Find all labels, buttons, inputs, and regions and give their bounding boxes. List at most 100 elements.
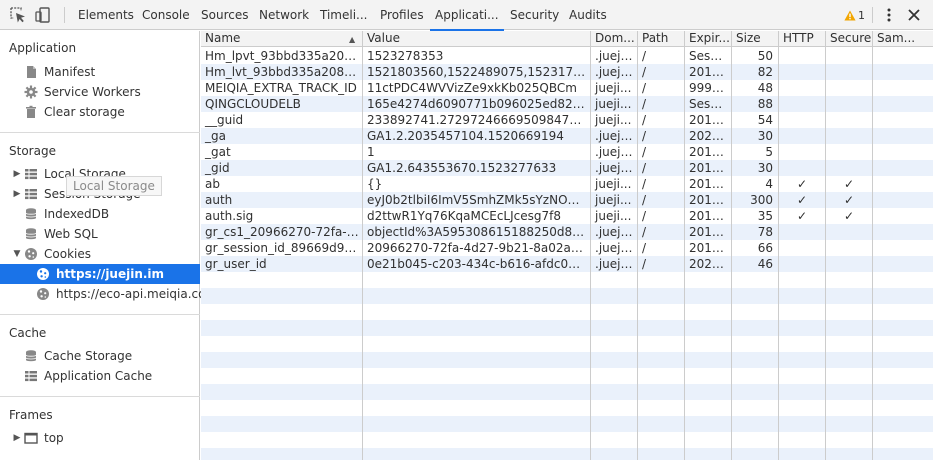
table-row[interactable]: gr_cs1_20966270-72fa-4d27... objectId%3A5…	[201, 224, 933, 240]
cell-value: 0e21b045-c203-434c-b616-afdc077f3d76	[367, 257, 590, 271]
cell-domain: .jueji...	[595, 225, 636, 239]
cell-name: _gid	[205, 161, 230, 175]
tab-sources[interactable]: Sources	[201, 0, 248, 30]
tab-audits[interactable]: Audits	[569, 0, 607, 30]
table-row[interactable]: _gid GA1.2.643553670.1523277633 .jueji... /…	[201, 160, 933, 176]
sidebar-item-service-workers[interactable]: Service Workers	[0, 82, 200, 102]
inspect-element-icon[interactable]	[8, 5, 28, 25]
database-icon	[25, 208, 37, 220]
column-header-secure[interactable]: Secure	[826, 31, 872, 47]
cell-path: /	[642, 81, 647, 95]
warning-counter[interactable]: 1	[844, 8, 865, 22]
tab-application[interactable]: Applicati...	[430, 0, 504, 31]
table-row[interactable]: Hm_lvt_93bbd335a208870a... 1521803560,152…	[201, 64, 933, 80]
sidebar-item-web-sql[interactable]: Web SQL	[0, 224, 200, 244]
more-menu-icon[interactable]	[882, 7, 896, 23]
sidebar-item-label: Cookies	[44, 247, 91, 261]
cell-name: MEIQIA_EXTRA_TRACK_ID	[205, 81, 357, 95]
cell-value: 233892741.2729724666950984700.15206...	[367, 113, 590, 127]
section-header-cache: Cache	[9, 326, 47, 340]
column-header-path[interactable]: Path	[638, 31, 684, 47]
cell-value: {}	[367, 177, 383, 191]
cell-expires: 2018...	[689, 145, 731, 159]
sidebar-item-frame-top[interactable]: ▶ top	[0, 428, 200, 448]
cookies-table: Name ▲ Value Dom... Path Expir... Size H…	[201, 31, 933, 460]
table-row[interactable]: QINGCLOUDELB 165e4274d6090771b096025ed82d…	[201, 96, 933, 112]
table-row[interactable]: _gat 1 .jueji... / 2018... 5	[201, 144, 933, 160]
table-row[interactable]: auth.sig d2ttwR1Yq76KqaMCEcLJcesg7f8 jueji…	[201, 208, 933, 224]
table-row[interactable]: _ga GA1.2.2035457104.1520669194 .jueji... /…	[201, 128, 933, 144]
cell-size: 48	[757, 81, 773, 95]
sidebar-item-cookies[interactable]: ▼ Cookies	[0, 244, 200, 264]
cell-samesite	[873, 256, 933, 272]
column-header-name[interactable]: Name	[201, 31, 362, 47]
cell-expires: 2020...	[689, 129, 731, 143]
column-header-size[interactable]: Size	[732, 31, 778, 47]
cell-secure	[826, 240, 872, 256]
table-row[interactable]: gr_user_id 0e21b045-c203-434c-b616-afdc07…	[201, 256, 933, 272]
empty-row	[201, 336, 933, 352]
cell-http: ✓	[796, 193, 808, 207]
table-row[interactable]: ab {} jueji... / 2019... 4 ✓ ✓	[201, 176, 933, 192]
cell-size: 30	[757, 129, 773, 143]
cell-value: 1523278353	[367, 49, 444, 63]
sidebar-item-label: top	[44, 431, 64, 445]
sidebar-item-cache-storage[interactable]: Cache Storage	[0, 346, 200, 366]
tab-elements[interactable]: Elements	[78, 0, 134, 30]
empty-row	[201, 400, 933, 416]
database-icon	[25, 228, 37, 240]
empty-row	[201, 448, 933, 460]
cell-samesite	[873, 144, 933, 160]
sidebar-item-cookie-host[interactable]: https://eco-api.meiqia.com	[0, 284, 217, 304]
table-row[interactable]: __guid 233892741.2729724666950984700.1520…	[201, 112, 933, 128]
cell-size: 46	[757, 257, 773, 271]
table-row[interactable]: auth eyJ0b2tlbiI6ImV5SmhZMk5sYzNOZmR... ju…	[201, 192, 933, 208]
cell-samesite	[873, 208, 933, 224]
expand-arrow-icon[interactable]: ▶	[12, 189, 22, 199]
sidebar-item-cookie-host-selected[interactable]: https://juejin.im	[0, 264, 200, 284]
cell-secure	[826, 224, 872, 240]
toolbar-separator	[872, 7, 873, 23]
table-row[interactable]: MEIQIA_EXTRA_TRACK_ID 11ctPDC4WVVizZe9xkK…	[201, 80, 933, 96]
cell-samesite	[873, 112, 933, 128]
expand-arrow-icon[interactable]: ▶	[12, 433, 22, 443]
sidebar-item-manifest[interactable]: Manifest	[0, 62, 200, 82]
tab-profiles[interactable]: Profiles	[380, 0, 424, 30]
cell-size: 35	[757, 209, 773, 223]
warning-icon	[844, 10, 856, 20]
cell-http	[779, 96, 825, 112]
cell-expires: 2018...	[689, 225, 731, 239]
column-header-value[interactable]: Value	[363, 31, 590, 47]
close-icon[interactable]	[905, 6, 923, 24]
column-header-samesite[interactable]: Sam...	[873, 31, 933, 47]
cell-http	[779, 112, 825, 128]
table-row[interactable]: gr_session_id_89669d96c88... 20966270-72f…	[201, 240, 933, 256]
cell-http: ✓	[796, 177, 808, 191]
expand-arrow-icon[interactable]: ▶	[12, 169, 22, 179]
cell-secure	[826, 112, 872, 128]
cell-http	[779, 240, 825, 256]
table-row[interactable]: Hm_lpvt_93bbd335a208870... 1523278353 .jue…	[201, 48, 933, 64]
cell-name: Hm_lpvt_93bbd335a208870...	[205, 49, 362, 63]
column-header-expires[interactable]: Expir...	[685, 31, 731, 47]
application-sidebar: Application Manifest Service Workers Cle…	[0, 31, 217, 460]
cell-samesite	[873, 96, 933, 112]
grid-storage-icon	[25, 189, 37, 200]
sidebar-item-application-cache[interactable]: Application Cache	[0, 366, 200, 386]
sort-ascending-icon: ▲	[349, 35, 356, 44]
tab-security[interactable]: Security	[510, 0, 559, 30]
cell-secure	[826, 160, 872, 176]
device-toolbar-icon[interactable]	[33, 5, 53, 25]
tab-console[interactable]: Console	[142, 0, 190, 30]
collapse-arrow-icon[interactable]: ▼	[12, 249, 22, 259]
tab-network[interactable]: Network	[259, 0, 309, 30]
tab-timeline[interactable]: Timeli...	[320, 0, 367, 30]
column-header-domain[interactable]: Dom...	[591, 31, 637, 47]
column-header-http[interactable]: HTTP	[779, 31, 825, 47]
trash-icon	[26, 105, 36, 118]
sidebar-item-clear-storage[interactable]: Clear storage	[0, 102, 200, 122]
cell-name: gr_user_id	[205, 257, 267, 271]
sidebar-item-indexeddb[interactable]: IndexedDB	[0, 204, 200, 224]
cell-secure: ✓	[843, 209, 855, 223]
cell-samesite	[873, 224, 933, 240]
